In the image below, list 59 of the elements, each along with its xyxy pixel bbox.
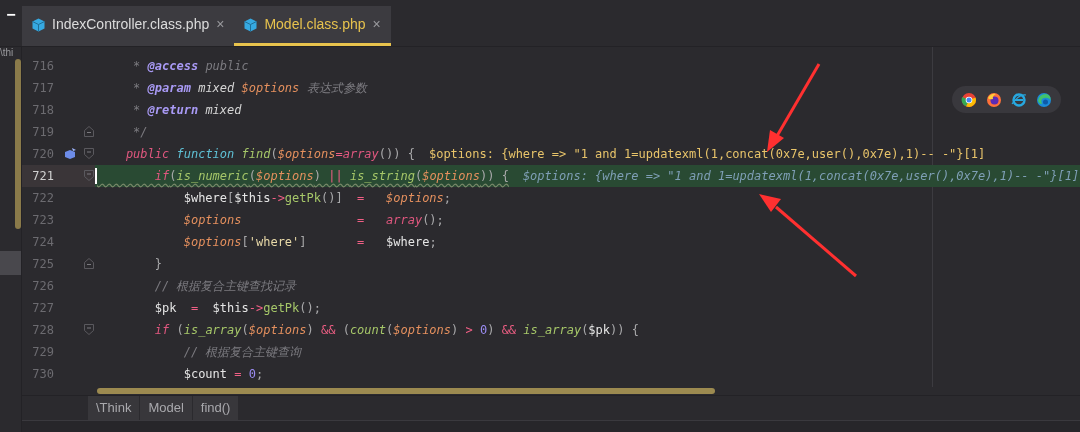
collapse-button[interactable]: − [0,0,22,30]
line-number: 719 [31,124,54,141]
line-number: 725 [31,256,54,273]
cube-icon [32,17,45,32]
code-line: $where[$this->getPk()] = $options; [182,190,452,207]
code-line: * @param mixed $options 表达式参数 [132,80,367,97]
breadcrumb-item[interactable]: find() [192,396,240,420]
line-number: 726 [31,278,54,295]
path-text: \thi [0,47,15,59]
fold-icon[interactable] [84,324,94,335]
browser-icon[interactable] [1036,91,1052,108]
breadcrumb-item[interactable]: Model [140,396,193,420]
line-number: 722 [31,190,54,207]
code-line: $options = array(); [182,212,444,229]
browser-icon[interactable] [1011,91,1027,108]
code-line: // 根据复合主键查找记录 [153,278,297,295]
line-number: 723 [31,212,54,229]
breadcrumb-item[interactable]: \Think [88,396,141,420]
fold-icon[interactable] [84,258,94,269]
close-icon[interactable]: × [216,14,225,35]
code-line: $count = 0; [182,366,264,383]
code-line: if (is_array($options) && (count($options) > 0) && is_array($pk)) { [153,322,639,339]
scrollbar-thumb[interactable] [15,59,21,229]
fold-icon[interactable] [84,148,94,159]
code-line: $pk = $this->getPk(); [153,300,321,317]
code-line: if(is_numeric($options) || is_string($options)) { [153,168,509,185]
text-cursor [95,168,97,184]
line-number: 718 [31,102,54,119]
close-icon[interactable]: × [372,14,381,35]
cube-icon [244,17,258,32]
code-line: // 根据复合主键查询 [182,344,302,361]
browser-icon[interactable] [961,91,977,108]
panel-block [0,251,21,275]
code-line: public function find($options=array()) { [124,146,415,163]
code-line: $options['where'] = $where; [182,234,437,251]
editor-tab[interactable]: Model.class.php × [234,6,391,46]
line-number: 728 [31,322,54,339]
code-line: * @return mixed [132,102,242,119]
line-number: 721 [31,168,54,185]
line-number: 729 [31,344,54,361]
overrides-icon[interactable] [64,148,77,160]
fold-icon[interactable] [84,126,94,137]
code-line: */ [132,124,148,141]
inline-value-hint: $options: {where => "1 and 1=updatexml(1,concat(0x7e,user(),0x7e),1)-- -"}[1] [522,168,1080,185]
scrollbar-thumb[interactable] [97,388,715,394]
line-number: 730 [31,366,54,383]
code-line: * @access public [132,58,249,75]
fold-icon[interactable] [84,170,94,181]
code-line: } [153,256,163,273]
line-number: 716 [31,58,54,75]
line-number: 724 [31,234,54,251]
tab-label: Model.class.php [264,15,366,34]
line-number: 717 [31,80,54,97]
line-number: 720 [31,146,54,163]
tab-label: IndexController.class.php [52,15,210,34]
inline-value-hint: $options: {where => "1 and 1=updatexml(1,concat(0x7e,user(),0x7e),1)-- -"}[1] [428,146,986,163]
line-number: 727 [31,300,54,317]
browser-icon[interactable] [986,91,1002,108]
editor-tab[interactable]: IndexController.class.php × [22,6,235,46]
